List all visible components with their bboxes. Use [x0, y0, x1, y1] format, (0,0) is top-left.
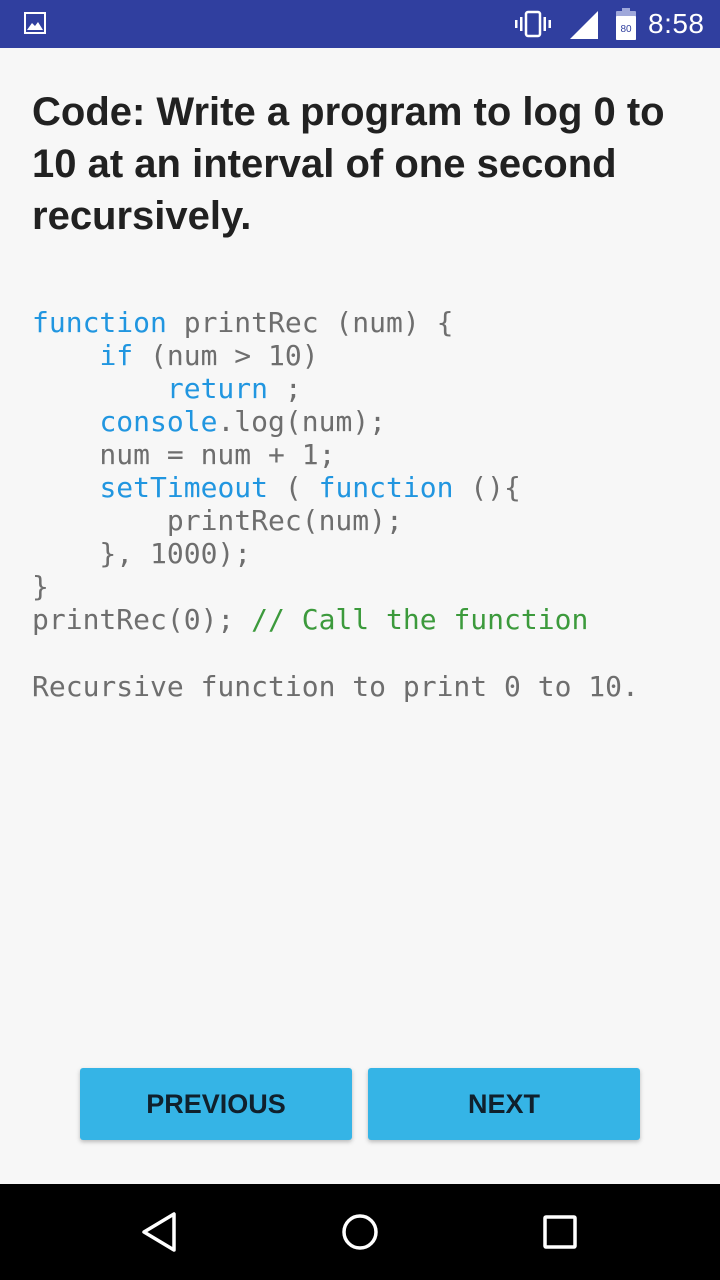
code-line: } [32, 570, 588, 603]
code-text: printRec(num); [32, 504, 403, 537]
code-text: ( [268, 471, 319, 504]
code-text: num = num + 1; [32, 438, 336, 471]
code-text: ; [268, 372, 302, 405]
code-line: function printRec (num) { [32, 306, 588, 339]
code-keyword: console [99, 405, 218, 438]
code-text: (){ [453, 471, 521, 504]
code-text: printRec(0); [32, 603, 252, 636]
code-text: printRec (num) { [166, 306, 454, 339]
code-line: printRec(num); [32, 504, 588, 537]
code-line: }, 1000); [32, 537, 588, 570]
battery-icon: 80 [616, 8, 636, 40]
code-keyword: function [318, 471, 454, 504]
code-line: printRec(0); // Call the function [32, 603, 588, 636]
code-text: }, 1000); [32, 537, 252, 570]
code-text: (num > 10) [133, 339, 319, 372]
code-keyword: if [99, 339, 134, 372]
clock: 8:58 [648, 8, 705, 39]
status-bar: 80 8:58 [0, 0, 720, 48]
vibrate-icon [515, 10, 551, 38]
question-title: Code: Write a program to log 0 to 10 at … [32, 90, 665, 238]
code-block: function printRec (num) { if (num > 10) … [32, 306, 588, 636]
code-comment: // Call the function [251, 603, 589, 636]
signal-icon [570, 11, 598, 39]
recents-icon[interactable] [542, 1214, 578, 1250]
code-line: if (num > 10) [32, 339, 588, 372]
next-button[interactable]: NEXT [368, 1068, 640, 1140]
code-description: Recursive function to print 0 to 10. [32, 670, 639, 703]
home-icon[interactable] [340, 1212, 380, 1252]
previous-button[interactable]: PREVIOUS [80, 1068, 352, 1140]
code-keyword: function [32, 306, 167, 339]
code-text: .log(num); [217, 405, 387, 438]
code-keyword: setTimeout [99, 471, 269, 504]
code-text: } [32, 570, 49, 603]
code-line: setTimeout ( function (){ [32, 471, 588, 504]
code-keyword: return [166, 372, 269, 405]
code-line: num = num + 1; [32, 438, 588, 471]
back-icon[interactable] [140, 1210, 180, 1254]
code-line: console.log(num); [32, 405, 588, 438]
svg-text:80: 80 [620, 24, 632, 35]
image-notification-icon [24, 12, 46, 34]
code-line: return ; [32, 372, 588, 405]
